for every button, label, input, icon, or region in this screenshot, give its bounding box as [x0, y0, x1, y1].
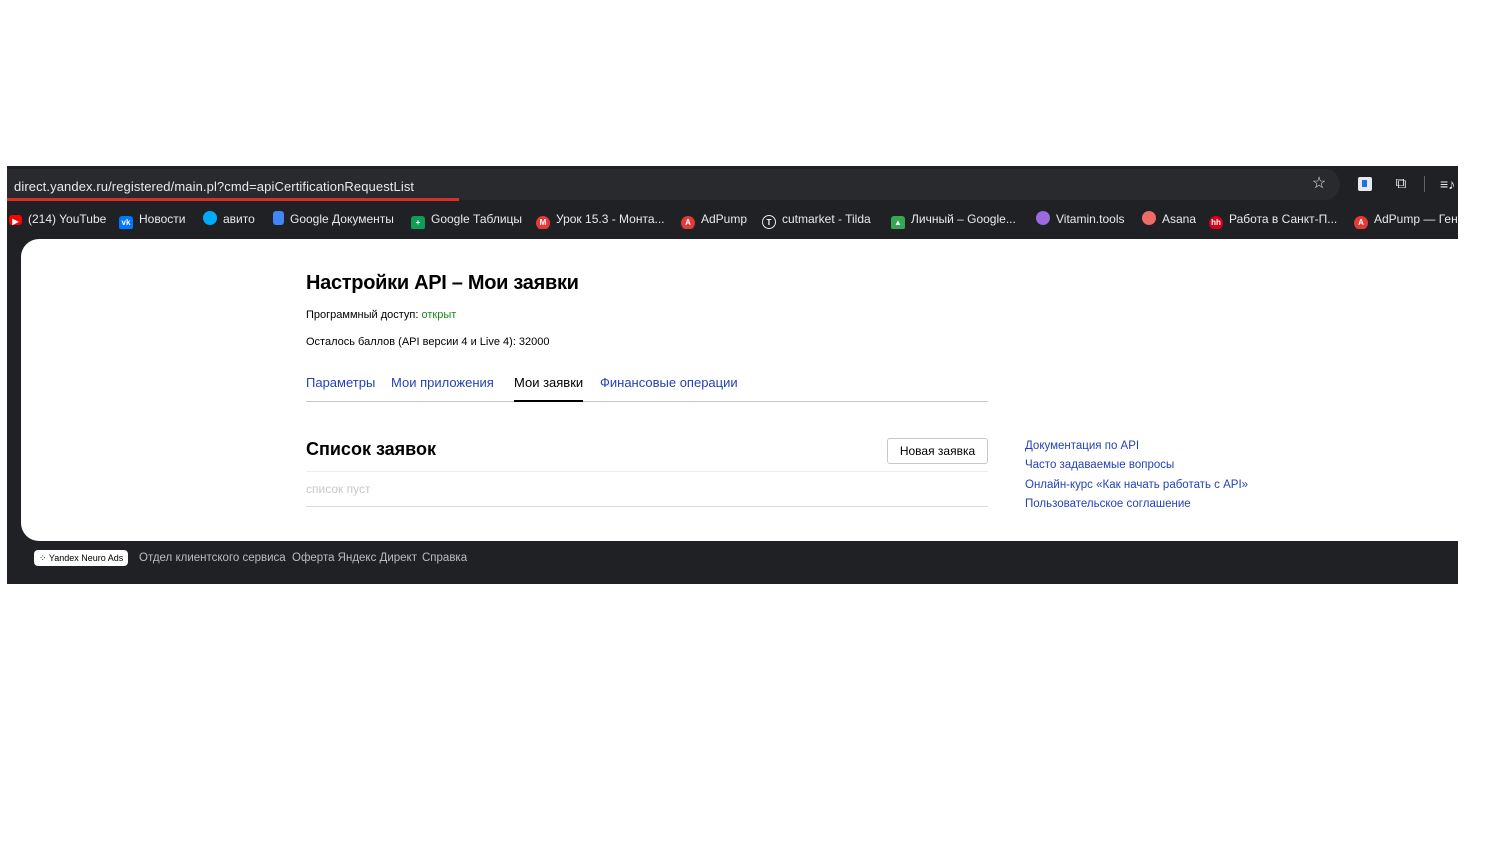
google-drive-icon: ▲ [891, 216, 905, 229]
bookmark-label: Asana [1162, 212, 1197, 226]
api-settings-tabs: Параметры Мои приложения Мои заявки Фина… [306, 375, 988, 402]
bookmark-avito[interactable]: авито [203, 209, 255, 229]
tab-parameters[interactable]: Параметры [306, 375, 375, 391]
loading-progress-bar [7, 198, 459, 201]
faq-link[interactable]: Часто задаваемые вопросы [1025, 456, 1248, 475]
bookmark-label: Работа в Санкт-П... [1229, 212, 1338, 226]
bookmark-label: Личный – Google... [911, 212, 1016, 226]
adpump-icon: A [681, 216, 695, 229]
media-icon[interactable]: ≡♪ [1440, 174, 1458, 194]
bookmark-label: авито [223, 212, 255, 226]
bookmark-google-docs[interactable]: Google Документы [273, 209, 394, 229]
bookmark-label: AdPump [701, 212, 748, 226]
bookmark-label: (214) YouTube [28, 212, 107, 226]
bookmark-google-drive[interactable]: ▲ Личный – Google... [891, 209, 1016, 229]
bookmark-youtube[interactable]: ▶ (214) YouTube [9, 209, 106, 229]
bookmark-label: Vitamin.tools [1056, 212, 1125, 226]
bookmark-label: Google Документы [290, 212, 394, 226]
requests-list-title: Список заявок [306, 439, 437, 459]
sparkle-icon: ⁘ [39, 553, 49, 563]
avito-icon [203, 211, 217, 225]
tab-my-apps[interactable]: Мои приложения [391, 375, 494, 391]
page-content: Настройки API – Мои заявки Программный д… [21, 239, 1458, 541]
hh-icon: hh [1209, 216, 1223, 229]
toolbar-divider [1424, 176, 1425, 192]
bookmark-asana[interactable]: Asana [1142, 209, 1196, 229]
client-service-link[interactable]: Отдел клиентского сервиса [139, 550, 286, 566]
adpump-icon: A [1354, 216, 1368, 229]
bookmark-hh[interactable]: hh Работа в Санкт-П... [1209, 209, 1337, 229]
bookmark-label: Новости [139, 212, 186, 226]
url-field[interactable]: direct.yandex.ru/registered/main.pl?cmd=… [7, 169, 1340, 200]
bookmark-vitamin[interactable]: Vitamin.tools [1036, 209, 1124, 229]
browser-window: direct.yandex.ru/registered/main.pl?cmd=… [7, 166, 1458, 584]
bookmark-adpump-gen[interactable]: A AdPump — Гене [1354, 209, 1458, 229]
tilda-icon: T [762, 215, 776, 229]
divider [306, 471, 988, 472]
neuro-ads-label: Yandex Neuro Ads [48, 553, 124, 563]
bookmark-google-sheets[interactable]: + Google Таблицы [411, 209, 522, 229]
puzzle-icon[interactable]: ⧉ [1391, 174, 1411, 194]
new-request-button[interactable]: Новая заявка [887, 438, 988, 464]
google-docs-icon [273, 211, 284, 225]
bookmarks-bar: ▶ (214) YouTube vk Новости авито Google До… [7, 209, 1458, 229]
bookmark-label: AdPump — Гене [1374, 212, 1458, 226]
help-link[interactable]: Справка [422, 550, 467, 566]
bookmark-lesson[interactable]: M Урок 15.3 - Монта... [536, 209, 665, 229]
extension-icon[interactable] [1358, 177, 1372, 191]
api-docs-link[interactable]: Документация по API [1025, 437, 1248, 456]
address-bar: direct.yandex.ru/registered/main.pl?cmd=… [7, 166, 1458, 202]
bookmark-tilda[interactable]: Tcutmarket - Tilda [762, 209, 871, 229]
points-remaining: Осталось баллов (API версии 4 и Live 4):… [306, 336, 550, 348]
online-course-link[interactable]: Онлайн-курс «Как начать работать с API» [1025, 476, 1248, 495]
bookmark-label: cutmarket - Tilda [782, 212, 871, 226]
help-links: Документация по API Часто задаваемые воп… [1025, 437, 1248, 514]
api-access-status: открыт [421, 309, 457, 321]
google-sheets-icon: + [411, 216, 425, 229]
page-title: Настройки API – Мои заявки [306, 272, 579, 294]
asana-icon [1142, 211, 1156, 225]
tab-my-requests[interactable]: Мои заявки [514, 375, 584, 402]
user-agreement-link[interactable]: Пользовательское соглашение [1025, 495, 1248, 514]
vitamin-icon [1036, 211, 1050, 225]
bookmark-label: Урок 15.3 - Монта... [556, 212, 665, 226]
page-footer: ⁘ Yandex Neuro Ads Отдел клиентского сер… [7, 541, 1458, 584]
api-access-label: Программный доступ: [306, 309, 419, 321]
neuro-ads-badge[interactable]: ⁘ Yandex Neuro Ads [34, 550, 129, 566]
bookmark-adpump[interactable]: A AdPump [681, 209, 747, 229]
offer-link[interactable]: Оферта Яндекс Директ [292, 550, 417, 566]
tab-financial-operations[interactable]: Финансовые операции [600, 375, 738, 391]
vk-icon: vk [119, 216, 133, 229]
lesson-icon: M [536, 216, 550, 229]
divider [306, 506, 988, 507]
url-text[interactable]: direct.yandex.ru/registered/main.pl?cmd=… [14, 179, 414, 194]
youtube-icon: ▶ [9, 215, 22, 226]
api-access-line: Программный доступ: открыт [306, 309, 456, 321]
bookmark-news[interactable]: vk Новости [119, 209, 185, 229]
star-icon[interactable]: ☆ [1309, 174, 1329, 194]
bookmark-label: Google Таблицы [431, 212, 523, 226]
empty-list-text: список пуст [306, 482, 371, 496]
